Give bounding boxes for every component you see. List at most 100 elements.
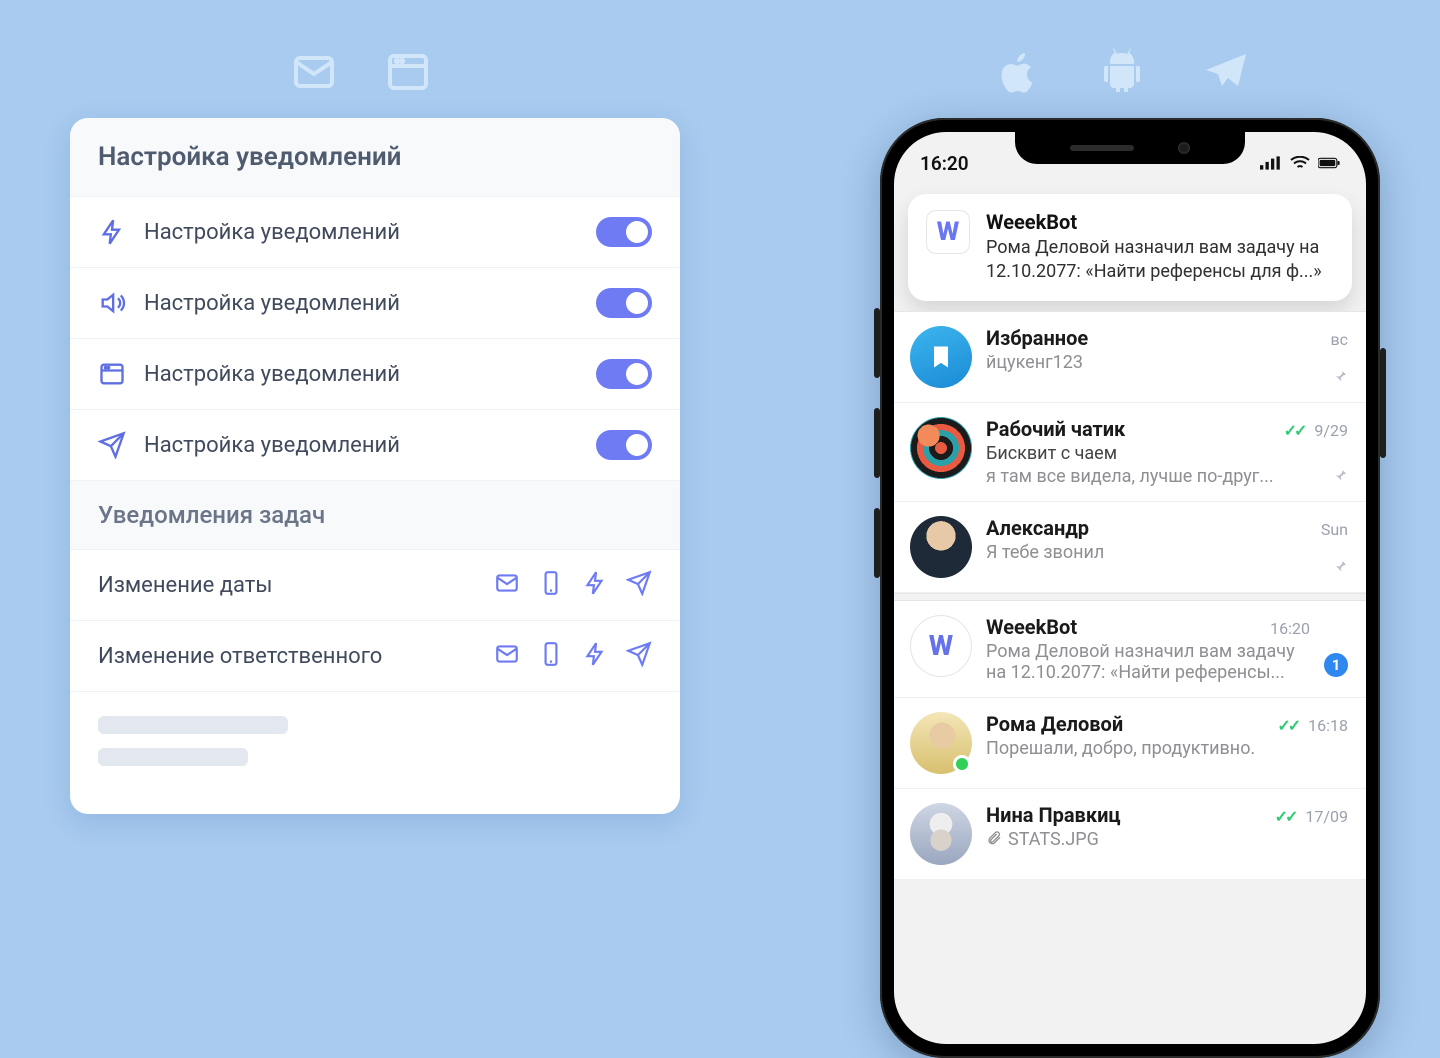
- setting-row-sound: Настройка уведомлений: [70, 267, 680, 338]
- front-camera: [1178, 142, 1190, 154]
- apple-icon: [994, 48, 1042, 100]
- attachment-icon: [986, 829, 1002, 850]
- skeleton-line: [98, 716, 288, 734]
- push-title: WeeekBot: [986, 210, 1334, 234]
- task-label: Изменение даты: [98, 573, 482, 598]
- chat-time: вс: [1330, 330, 1348, 349]
- chat-preview: Рома Деловой назначил вам задачу на 12.1…: [986, 641, 1310, 683]
- setting-label: Настройка уведомлений: [144, 220, 578, 245]
- setting-label: Настройка уведомлений: [144, 291, 578, 316]
- speaker-grille: [1070, 145, 1134, 151]
- chat-time: 17/09: [1305, 807, 1348, 826]
- phone-screen: 16:20 W WeeekBot Рома Дел: [894, 132, 1366, 1044]
- send-icon[interactable]: [626, 641, 652, 671]
- chat-name: Рабочий чатик: [986, 417, 1276, 441]
- read-checks-icon: ✓✓: [1284, 421, 1305, 440]
- mobile-icon[interactable]: [538, 641, 564, 671]
- browser-icon: [384, 48, 432, 100]
- mobile-icon[interactable]: [538, 570, 564, 600]
- android-icon: [1098, 48, 1146, 100]
- setting-row-browser: Настройка уведомлений: [70, 338, 680, 409]
- avatar: [910, 417, 972, 479]
- browser-icon: [98, 360, 126, 388]
- mail-icon[interactable]: [494, 570, 520, 600]
- settings-panel: Настройка уведомлений Настройка уведомле…: [70, 118, 680, 814]
- push-notification[interactable]: W WeeekBot Рома Деловой назначил вам зад…: [908, 194, 1352, 301]
- setting-label: Настройка уведомлений: [144, 362, 578, 387]
- chat-name: Нина Правкиц: [986, 803, 1267, 827]
- toggle[interactable]: [596, 359, 652, 389]
- wifi-icon: [1289, 152, 1311, 175]
- chat-time: Sun: [1321, 520, 1348, 539]
- chat-item[interactable]: Рома Деловой ✓✓ 16:18 Порешали, добро, п…: [894, 698, 1366, 789]
- chat-item[interactable]: Рабочий чатик ✓✓ 9/29 Бисквит с чаем я т…: [894, 403, 1366, 502]
- task-channel-icons: [494, 570, 652, 600]
- read-checks-icon: ✓✓: [1277, 716, 1298, 735]
- setting-row-telegram: Настройка уведомлений: [70, 409, 680, 480]
- chat-list: Избранное вс йцукенг123 Рабочий чатик ✓✓…: [894, 311, 1366, 880]
- task-row-date: Изменение даты: [70, 549, 680, 620]
- avatar: [910, 712, 972, 774]
- chat-item[interactable]: Избранное вс йцукенг123: [894, 312, 1366, 403]
- pin-icon: [1332, 368, 1348, 388]
- mail-icon[interactable]: [494, 641, 520, 671]
- bolt-icon[interactable]: [582, 570, 608, 600]
- chat-item[interactable]: Александр Sun Я тебе звонил: [894, 502, 1366, 593]
- speaker-icon: [98, 289, 126, 317]
- chat-preview: я там все видела, лучше по-друг...: [986, 466, 1348, 487]
- pin-icon: [1332, 558, 1348, 578]
- chat-sender: Бисквит с чаем: [986, 443, 1348, 464]
- bolt-icon: [98, 218, 126, 246]
- send-icon[interactable]: [626, 570, 652, 600]
- hero-icons-left: [290, 48, 432, 100]
- avatar-weeekbot: W: [910, 615, 972, 677]
- avatar: [910, 516, 972, 578]
- push-app-icon: W: [926, 210, 970, 254]
- pin-icon: [1332, 467, 1348, 487]
- toggle[interactable]: [596, 430, 652, 460]
- chat-time: 9/29: [1314, 421, 1348, 440]
- chat-preview: Порешали, добро, продуктивно.: [986, 738, 1348, 759]
- toggle[interactable]: [596, 217, 652, 247]
- battery-icon: [1318, 152, 1340, 175]
- cellular-icon: [1260, 152, 1282, 175]
- chat-preview: STATS.JPG: [986, 829, 1348, 850]
- chat-item[interactable]: W WeeekBot 16:20 Рома Деловой назначил в…: [894, 601, 1366, 698]
- tasks-header: Уведомления задач: [70, 480, 680, 549]
- chat-preview: йцукенг123: [986, 352, 1348, 373]
- avatar-saved-messages: [910, 326, 972, 388]
- telegram-icon: [1202, 48, 1250, 100]
- phone-frame: 16:20 W WeeekBot Рома Дел: [880, 118, 1380, 1058]
- chat-time: 16:20: [1270, 619, 1310, 638]
- task-label: Изменение ответственного: [98, 644, 482, 669]
- chat-name: Александр: [986, 516, 1313, 540]
- stage: Настройка уведомлений Настройка уведомле…: [30, 8, 1410, 960]
- chat-preview: Я тебе звонил: [986, 542, 1348, 563]
- chat-time: 16:18: [1308, 716, 1348, 735]
- bolt-icon[interactable]: [582, 641, 608, 671]
- chat-preview-text: STATS.JPG: [1008, 829, 1099, 850]
- task-channel-icons: [494, 641, 652, 671]
- send-icon: [98, 431, 126, 459]
- presence-online-icon: [953, 755, 971, 773]
- toggle[interactable]: [596, 288, 652, 318]
- avatar: [910, 803, 972, 865]
- read-checks-icon: ✓✓: [1275, 807, 1296, 826]
- chat-name: Избранное: [986, 326, 1322, 350]
- setting-row-bolt: Настройка уведомлений: [70, 196, 680, 267]
- skeleton-line: [98, 748, 248, 766]
- list-divider: [894, 593, 1366, 601]
- chat-item[interactable]: Нина Правкиц ✓✓ 17/09 STATS.JPG: [894, 789, 1366, 880]
- mail-icon: [290, 48, 338, 100]
- status-time: 16:20: [920, 152, 969, 175]
- setting-label: Настройка уведомлений: [144, 433, 578, 458]
- push-body: Рома Деловой назначил вам задачу на 12.1…: [986, 236, 1334, 285]
- unread-badge: 1: [1324, 653, 1348, 677]
- task-row-assignee: Изменение ответственного: [70, 620, 680, 691]
- hero-icons-right: [994, 48, 1250, 100]
- chat-name: WeeekBot: [986, 615, 1262, 639]
- skeleton-loading: [70, 691, 680, 814]
- chat-name: Рома Деловой: [986, 712, 1269, 736]
- phone-notch: [1015, 132, 1245, 164]
- settings-header: Настройка уведомлений: [70, 118, 680, 196]
